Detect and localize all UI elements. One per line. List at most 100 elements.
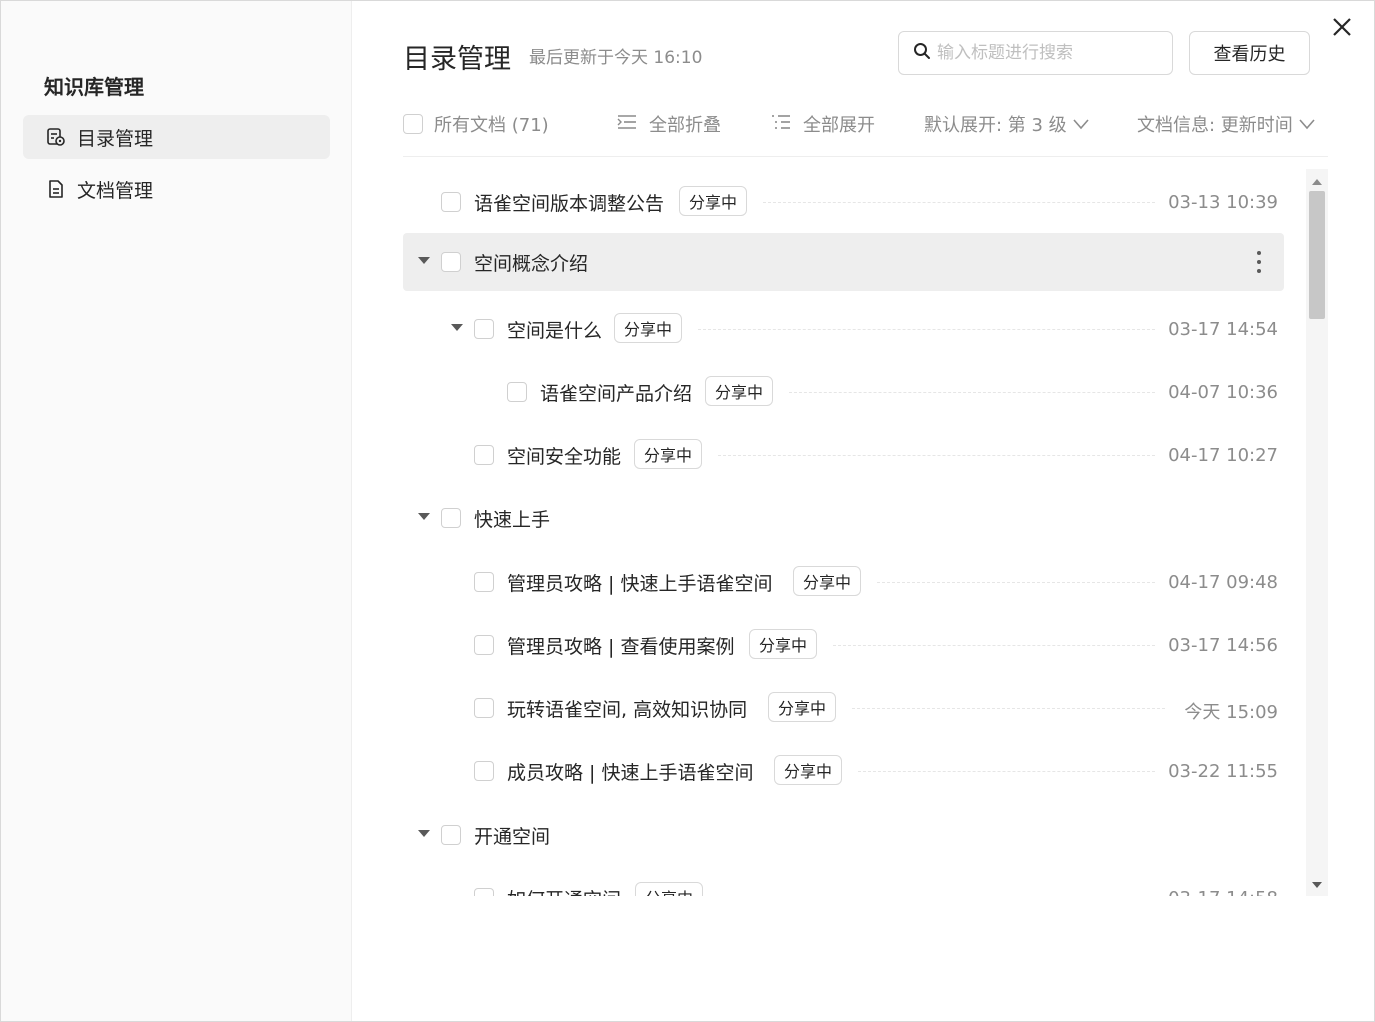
updated-time: 03-17 14:56 xyxy=(1168,635,1278,656)
caret-down-icon[interactable] xyxy=(418,257,430,264)
search-icon xyxy=(913,42,931,64)
tree-row[interactable]: 成员攻略 | 快速上手语雀空间 分享中 03-22 11:55 xyxy=(403,742,1284,800)
row-checkbox[interactable] xyxy=(474,888,494,896)
caret-down-icon[interactable] xyxy=(418,513,430,520)
row-divider xyxy=(877,582,1155,583)
scroll-up-arrow-icon[interactable] xyxy=(1312,179,1322,185)
default-expand-select[interactable]: 默认展开: 第 3 级 xyxy=(924,111,1089,137)
tree-row[interactable]: 快速上手 xyxy=(403,489,1284,547)
search-box[interactable] xyxy=(898,31,1173,75)
caret-down-icon[interactable] xyxy=(451,324,463,331)
catalog-settings-icon xyxy=(45,126,67,148)
doc-title[interactable]: 空间安全功能 xyxy=(507,442,621,469)
default-expand-label: 默认展开: 第 3 级 xyxy=(924,115,1067,136)
row-divider xyxy=(789,392,1155,393)
caret-down-icon[interactable] xyxy=(418,830,430,837)
sharing-tag: 分享中 xyxy=(635,882,704,896)
row-checkbox[interactable] xyxy=(441,508,461,528)
row-checkbox[interactable] xyxy=(441,192,461,212)
sidebar-title: 知识库管理 xyxy=(44,75,144,99)
updated-time: 03-13 10:39 xyxy=(1168,192,1278,213)
tree-row[interactable]: 空间概念介绍 xyxy=(403,233,1284,291)
collapse-all-icon xyxy=(617,113,637,136)
doc-title[interactable]: 管理员攻略 | 快速上手语雀空间 xyxy=(507,569,772,596)
sharing-tag: 分享中 xyxy=(614,313,683,343)
row-checkbox[interactable] xyxy=(441,825,461,845)
page-title: 目录管理 xyxy=(403,44,511,75)
updated-time: 今天 15:09 xyxy=(1184,702,1278,723)
select-all-docs[interactable]: 所有文档 (71) xyxy=(403,111,549,137)
tree-row[interactable]: 如何开通空间 分享中 03-17 14:58 xyxy=(403,869,1284,896)
more-options-icon[interactable] xyxy=(1256,251,1262,273)
scroll-down-arrow-icon[interactable] xyxy=(1312,882,1322,888)
row-checkbox[interactable] xyxy=(474,698,494,718)
tree-row[interactable]: 空间安全功能 分享中 04-17 10:27 xyxy=(403,426,1284,484)
row-checkbox[interactable] xyxy=(474,635,494,655)
catalog-management-dialog: 知识库管理 目录管理 文档管理 目录管理 最后更新于今天 16:10 输入标题进… xyxy=(0,0,1375,1022)
chevron-down-icon xyxy=(1073,114,1089,135)
close-icon xyxy=(1331,16,1353,42)
select-all-checkbox[interactable] xyxy=(403,114,423,134)
row-divider xyxy=(763,202,1155,203)
doc-title[interactable]: 语雀空间产品介绍 xyxy=(540,379,692,406)
doc-title[interactable]: 语雀空间版本调整公告 xyxy=(474,189,664,216)
view-history-button[interactable]: 查看历史 xyxy=(1189,31,1310,75)
tree-row[interactable]: 语雀空间产品介绍 分享中 04-07 10:36 xyxy=(403,363,1284,421)
doc-info-select[interactable]: 文档信息: 更新时间 xyxy=(1137,111,1328,137)
document-tree: 语雀空间版本调整公告 分享中 03-13 10:39 空间概念介绍 空间是什么 … xyxy=(403,169,1328,896)
document-icon xyxy=(45,178,67,200)
sidebar-item-document-management[interactable]: 文档管理 xyxy=(23,167,330,211)
scrollbar-thumb[interactable] xyxy=(1309,191,1325,319)
sidebar: 知识库管理 目录管理 文档管理 xyxy=(1,1,352,1021)
updated-time: 03-22 11:55 xyxy=(1168,761,1278,782)
row-divider xyxy=(852,708,1165,709)
updated-time: 03-17 14:54 xyxy=(1168,319,1278,340)
row-divider xyxy=(833,645,1155,646)
tree-row[interactable]: 开通空间 xyxy=(403,806,1284,864)
all-docs-label: 所有文档 (71) xyxy=(434,115,549,136)
tree-row[interactable]: 玩转语雀空间, 高效知识协同 分享中 今天 15:09 xyxy=(403,679,1284,737)
sharing-tag: 分享中 xyxy=(793,566,862,596)
sidebar-item-label: 文档管理 xyxy=(77,179,154,202)
row-checkbox[interactable] xyxy=(474,319,494,339)
tree-row[interactable]: 空间是什么 分享中 03-17 14:54 xyxy=(403,300,1284,358)
tree-row[interactable]: 语雀空间版本调整公告 分享中 03-13 10:39 xyxy=(403,173,1284,231)
doc-title[interactable]: 开通空间 xyxy=(474,822,550,849)
row-checkbox[interactable] xyxy=(474,572,494,592)
row-checkbox[interactable] xyxy=(474,445,494,465)
collapse-all-button[interactable]: 全部折叠 xyxy=(617,111,721,137)
search-input[interactable] xyxy=(937,43,1157,63)
updated-time: 04-17 09:48 xyxy=(1168,572,1278,593)
expand-all-button[interactable]: 全部展开 xyxy=(771,111,875,137)
sharing-tag: 分享中 xyxy=(749,629,818,659)
sharing-tag: 分享中 xyxy=(705,376,774,406)
row-checkbox[interactable] xyxy=(474,761,494,781)
row-divider xyxy=(718,455,1155,456)
doc-title[interactable]: 管理员攻略 | 查看使用案例 xyxy=(507,632,734,659)
chevron-down-icon xyxy=(1299,114,1315,135)
sidebar-item-catalog-management[interactable]: 目录管理 xyxy=(23,115,330,159)
tree-row[interactable]: 管理员攻略 | 快速上手语雀空间 分享中 04-17 09:48 xyxy=(403,553,1284,611)
sharing-tag: 分享中 xyxy=(634,439,703,469)
doc-title[interactable]: 如何开通空间 xyxy=(507,885,621,896)
updated-time: 03-17 14:58 xyxy=(1168,888,1278,896)
row-divider xyxy=(698,329,1155,330)
toolbar: 所有文档 (71) 全部折叠 全部展开 默认展开: 第 3 级 文档信息: 更新… xyxy=(403,105,1328,157)
expand-all-label: 全部展开 xyxy=(803,115,875,136)
collapse-all-label: 全部折叠 xyxy=(649,115,721,136)
tree-row[interactable]: 管理员攻略 | 查看使用案例 分享中 03-17 14:56 xyxy=(403,616,1284,674)
updated-time: 04-17 10:27 xyxy=(1168,445,1278,466)
doc-title[interactable]: 成员攻略 | 快速上手语雀空间 xyxy=(507,758,753,785)
list-scrollbar[interactable] xyxy=(1306,169,1328,896)
doc-info-label: 文档信息: 更新时间 xyxy=(1137,115,1293,136)
row-checkbox[interactable] xyxy=(441,252,461,272)
doc-title[interactable]: 空间概念介绍 xyxy=(474,249,588,276)
doc-title[interactable]: 快速上手 xyxy=(474,505,550,532)
expand-all-icon xyxy=(771,113,791,136)
close-button[interactable] xyxy=(1327,14,1357,44)
doc-title[interactable]: 玩转语雀空间, 高效知识协同 xyxy=(507,695,747,722)
sharing-tag: 分享中 xyxy=(768,692,837,722)
row-checkbox[interactable] xyxy=(507,382,527,402)
sharing-tag: 分享中 xyxy=(679,186,748,216)
doc-title[interactable]: 空间是什么 xyxy=(507,316,602,343)
